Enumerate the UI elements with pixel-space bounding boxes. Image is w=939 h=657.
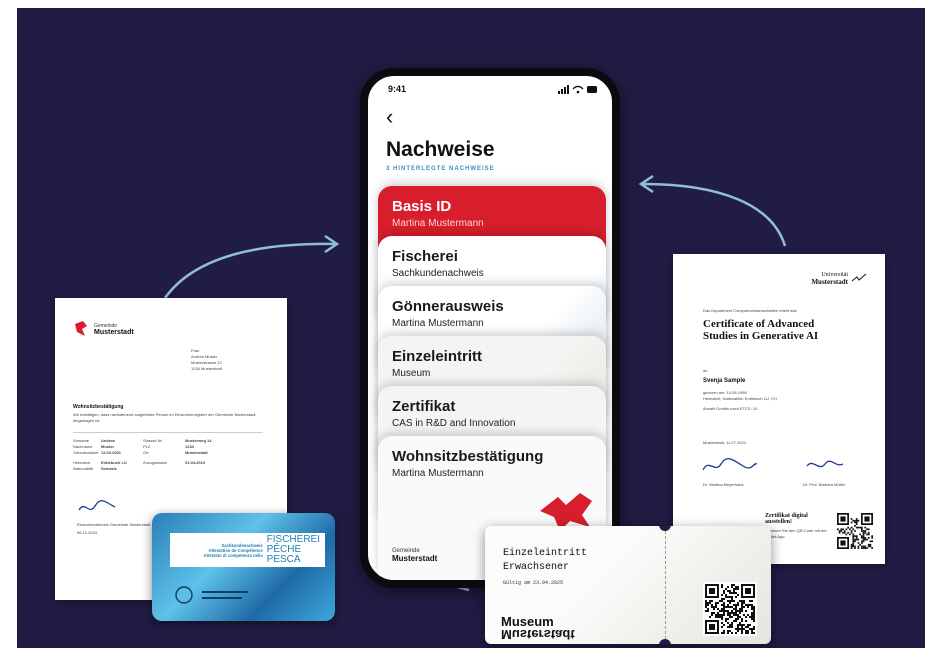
recipient-address: Frau Andrea Muster Musterstrasse 12 1234… — [191, 348, 222, 371]
status-time: 9:41 — [388, 84, 407, 94]
recipient-name: Svenja Sample — [703, 378, 746, 384]
cta-text: Scannen Sie den QR-Code mit der Wallet-A… — [765, 528, 827, 539]
signature-image — [78, 499, 116, 511]
document-footer: Einwohnerdienste Gemeinde Musterstadt — [77, 522, 151, 527]
emblem-icon — [175, 586, 193, 604]
ticket-valid: Gültig am 23.04.2025 — [503, 580, 564, 586]
table-row: Nationalität Schweiz — [73, 466, 117, 471]
fishing-license-card: Sachkundenachweis Attestation de Compéte… — [152, 513, 335, 621]
signer-1: Dr. Martina Meyerhans — [703, 482, 744, 487]
data-table: Vorname Andrea Strasse Nr. Musterweg 14 Nac… — [73, 438, 263, 472]
document-intro: Wir bestätigen, dass nachstehend aufgefü… — [73, 412, 256, 423]
certificate-title: Certificate of Advanced Studies in Gener… — [703, 318, 819, 342]
certificate-qr-code[interactable] — [837, 513, 873, 549]
fishing-card-label: Sachkundenachweis Attestation de Compéte… — [170, 533, 325, 567]
university-bird-icon — [851, 273, 867, 282]
status-icons — [558, 85, 597, 94]
qr-cta-box: Zertifikat digital ausstellen! Scannen S… — [759, 508, 879, 554]
document-date: 06.12.2024 — [77, 530, 98, 535]
ticket-qr-code[interactable] — [705, 584, 755, 634]
table-row: Geburtsdatum 12.04.2001 Ort Musterstadt — [73, 450, 208, 455]
certificate-intro: Das Department Computerwissenschaften er… — [703, 308, 797, 313]
certificate-details: geboren am: 10.08.1998 Heimatort, Nation… — [703, 390, 777, 411]
museum-ticket: Einzeleintritt Erwachsener Gültig am 23.… — [485, 526, 771, 644]
ticket-brand-2: Musterstadt — [501, 627, 575, 642]
cta-title: Zertifikat digital ausstellen! — [765, 513, 808, 525]
ticket-title: Einzeleintritt — [503, 548, 588, 559]
municipality-logo-icon — [75, 321, 87, 336]
document-heading: Wohnsitzbestätigung — [73, 404, 124, 410]
page-title: Nachweise — [386, 138, 495, 161]
back-button[interactable]: ‹ — [386, 104, 393, 130]
municipality-header: Gemeinde Musterstadt — [73, 320, 269, 338]
certificate-to: an — [703, 368, 708, 373]
ticket-qr-box — [703, 582, 757, 636]
university-header: Universität Musterstadt — [811, 272, 867, 286]
university-name: Musterstadt — [811, 278, 848, 286]
ticket-category: Erwachsener — [503, 562, 570, 573]
signature-1-image — [702, 458, 758, 471]
card-footer-logo: Gemeinde Musterstadt — [392, 548, 438, 563]
phone-mockup: 9:41 ‹ Nachweise 3 HINTERLEGTE NACHWEISE… — [360, 68, 620, 588]
certificate-document: Universität Musterstadt Das Department C… — [673, 254, 885, 564]
place-date: Musterstadt, 11.07.2024 — [703, 440, 746, 445]
page-subtitle: 3 HINTERLEGTE NACHWEISE — [386, 166, 495, 172]
arrow-left-to-phone — [163, 242, 336, 299]
signer-2: Dr. Prof. Barbara Müller — [803, 482, 846, 487]
scene-background: Gemeinde Musterstadt Frau Andrea Muster … — [17, 8, 925, 648]
signature-2-image — [806, 460, 844, 468]
municipality-name: Musterstadt — [94, 328, 134, 336]
arrow-right-to-phone — [642, 182, 787, 247]
